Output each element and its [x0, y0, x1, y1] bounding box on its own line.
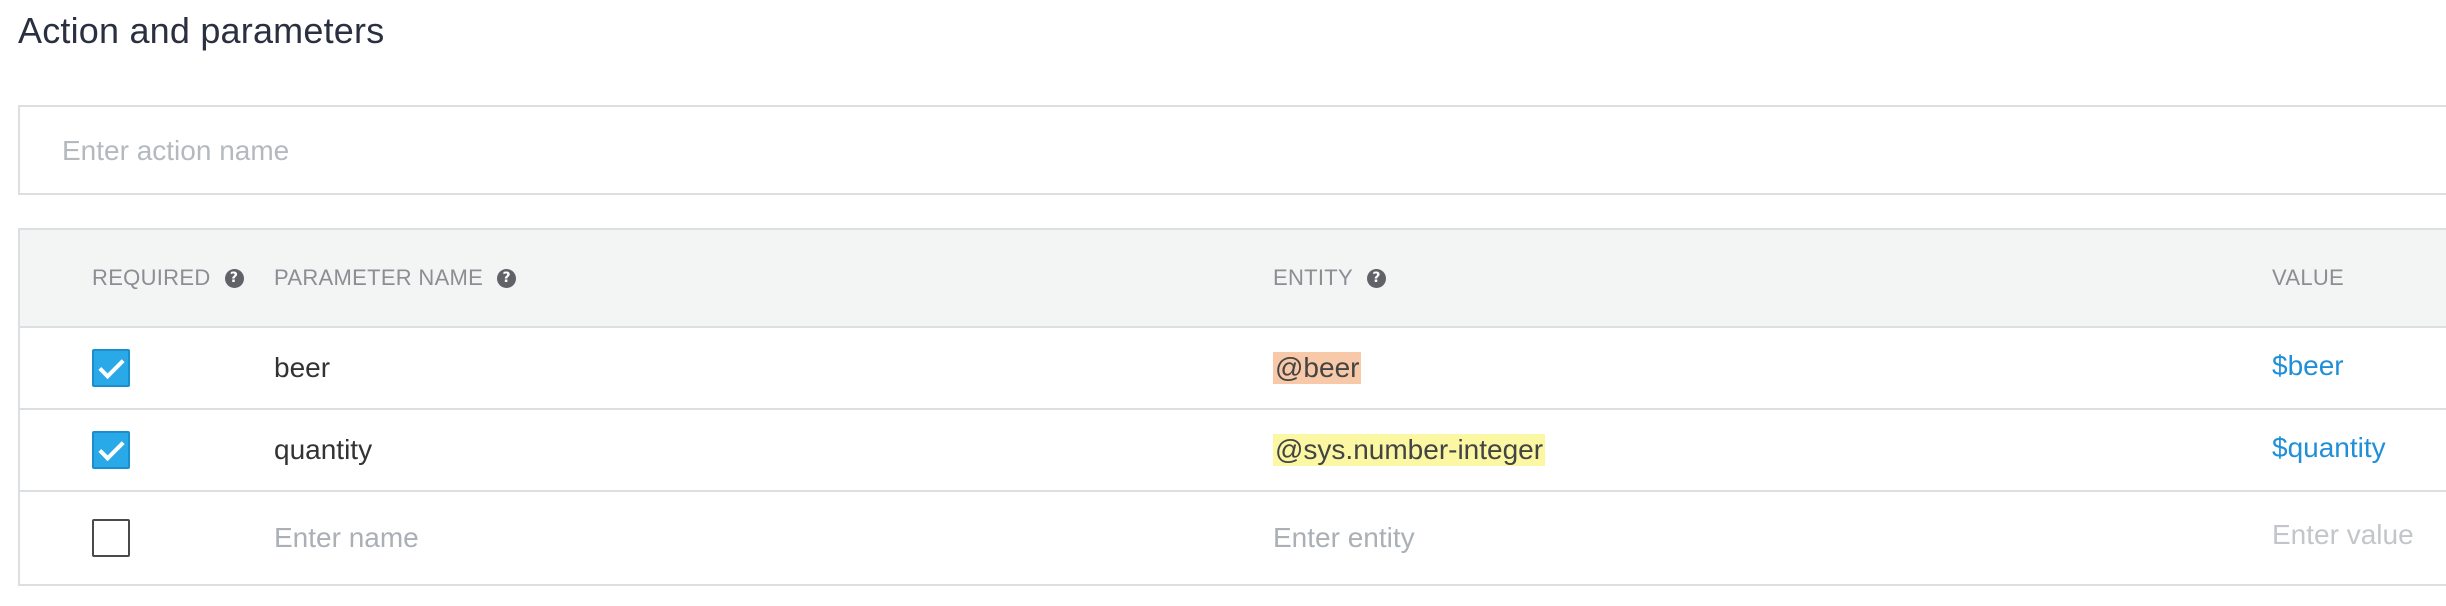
parameters-table: REQUIRED ? PARAMETER NAME ? ENTITY ? VAL… [18, 228, 2446, 586]
required-cell [92, 492, 130, 584]
question-help-icon[interactable]: ? [497, 268, 517, 288]
param-name-input[interactable] [274, 522, 774, 554]
table-header: REQUIRED ? PARAMETER NAME ? ENTITY ? VAL… [20, 230, 2446, 328]
action-name-input[interactable] [60, 107, 2364, 195]
new-parameter-row [20, 492, 2446, 584]
required-checkbox[interactable] [92, 431, 130, 469]
section-title: Action and parameters [18, 10, 385, 51]
header-parameter-name-label: PARAMETER NAME [274, 265, 484, 290]
param-name-cell: beer [274, 328, 330, 408]
value-cell [2272, 489, 2446, 581]
action-name-field[interactable] [18, 105, 2446, 195]
required-cell [92, 328, 130, 408]
table-row: quantity @sys.number-integer $quantity [20, 410, 2446, 492]
value-input[interactable] [2272, 519, 2446, 551]
entity-input[interactable] [1273, 522, 1773, 554]
required-checkbox[interactable] [92, 519, 130, 557]
header-required: REQUIRED ? [92, 230, 244, 326]
entity-cell: @sys.number-integer [1273, 410, 1546, 490]
value-cell: $quantity [2272, 408, 2386, 488]
header-entity: ENTITY ? [1273, 230, 1387, 326]
entity-cell: @beer [1273, 328, 1362, 408]
required-cell [92, 410, 130, 490]
param-value[interactable]: $quantity [2272, 432, 2386, 464]
entity-cell [1273, 492, 1773, 584]
param-name[interactable]: beer [274, 352, 330, 384]
param-value[interactable]: $beer [2272, 350, 2344, 382]
required-checkbox[interactable] [92, 349, 130, 387]
param-name-cell: quantity [274, 410, 372, 490]
header-entity-label: ENTITY [1273, 265, 1354, 290]
question-help-icon[interactable]: ? [224, 268, 244, 288]
header-required-label: REQUIRED [92, 265, 211, 290]
header-parameter-name: PARAMETER NAME ? [274, 230, 517, 326]
header-value-label: VALUE [2272, 265, 2345, 290]
entity-tag[interactable]: @beer [1273, 352, 1362, 384]
question-help-icon[interactable]: ? [1367, 268, 1387, 288]
param-name-cell [274, 492, 774, 584]
value-cell: $beer [2272, 326, 2344, 406]
param-name[interactable]: quantity [274, 434, 372, 466]
table-row: beer @beer $beer [20, 328, 2446, 410]
header-value: VALUE [2272, 230, 2344, 326]
entity-tag[interactable]: @sys.number-integer [1273, 434, 1546, 466]
